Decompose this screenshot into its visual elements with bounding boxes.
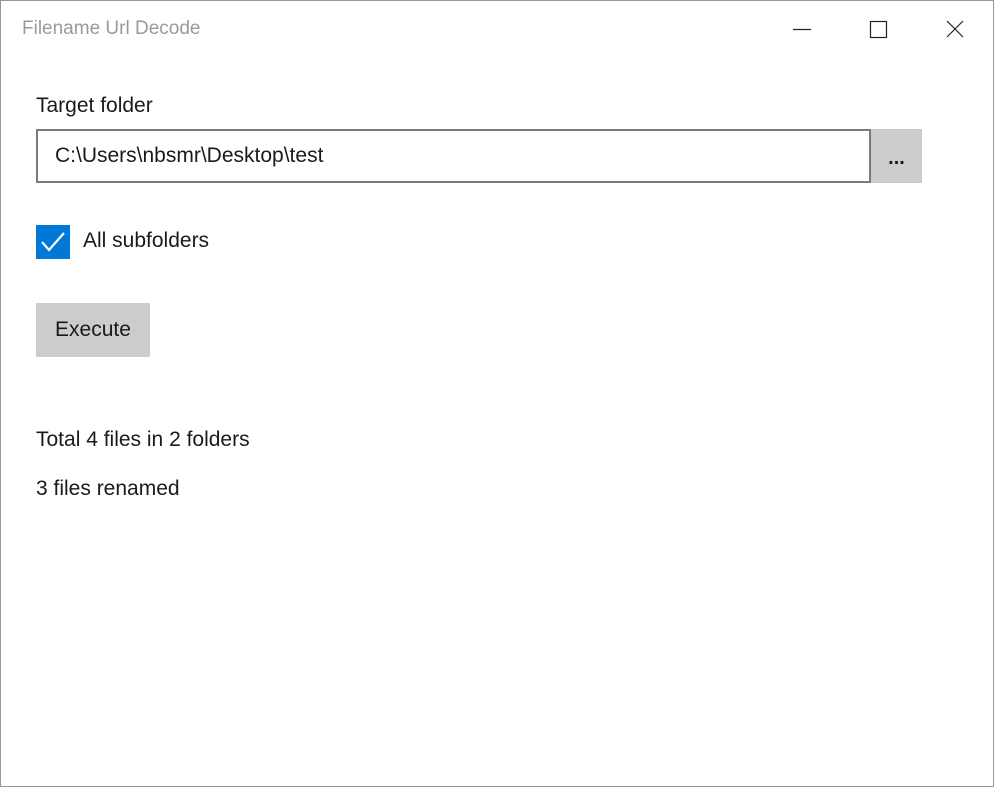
minimize-button[interactable] <box>763 1 839 57</box>
all-subfolders-label[interactable]: All subfolders <box>83 229 209 253</box>
minimize-icon <box>793 28 811 31</box>
all-subfolders-checkbox[interactable] <box>36 225 70 259</box>
target-folder-label: Target folder <box>36 94 153 117</box>
status-result: 3 files renamed <box>36 477 180 500</box>
close-button[interactable] <box>917 1 993 57</box>
close-icon <box>946 20 964 38</box>
browse-button[interactable]: ... <box>871 129 922 183</box>
title-bar[interactable]: Filename Url Decode <box>1 1 993 57</box>
checkmark-icon <box>41 232 65 252</box>
status-summary: Total 4 files in 2 folders <box>36 428 250 451</box>
execute-button[interactable]: Execute <box>36 303 150 357</box>
maximize-button[interactable] <box>840 1 916 57</box>
window-title: Filename Url Decode <box>22 18 201 39</box>
app-window: Filename Url Decode Target folder ... Al… <box>0 0 994 787</box>
target-folder-input[interactable] <box>36 129 871 183</box>
maximize-icon <box>869 20 888 39</box>
